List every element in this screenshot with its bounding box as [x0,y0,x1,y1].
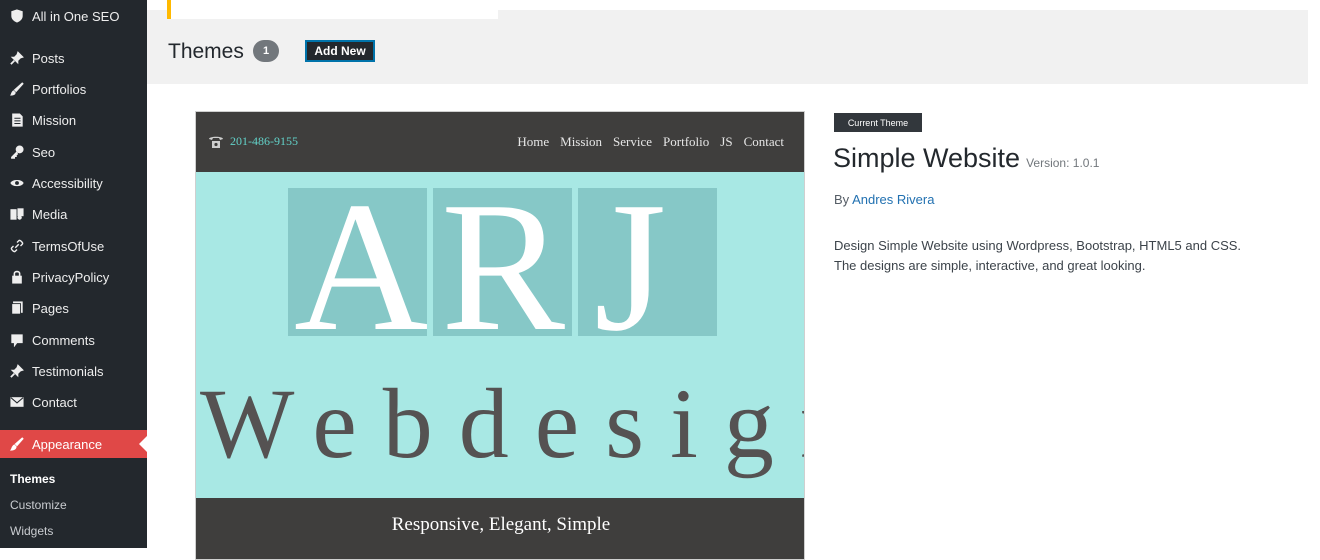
preview-nav-mission: Mission [560,134,603,149]
pin-icon [9,363,25,379]
preview-nav-js: JS [720,134,733,149]
theme-author-link[interactable]: Andres Rivera [852,192,934,207]
sidebar-item-appearance[interactable]: Appearance [0,430,147,458]
preview-nav-service: Service [613,134,653,149]
logo-letter-a: A [294,164,429,370]
sidebar-item-label: PrivacyPolicy [32,269,110,285]
shield-icon [9,8,25,24]
eye-icon [9,175,25,191]
sidebar-item-label: Media [32,206,68,222]
sidebar-item-label: Accessibility [32,175,103,191]
theme-version: Version: 1.0.1 [1026,156,1100,170]
sidebar-item-posts[interactable]: Posts [0,44,147,72]
preview-tagline: Responsive, Elegant, Simple [391,514,611,535]
sidebar-item-label: Pages [32,300,69,316]
preview-webdesign-text: Webdesign [200,368,804,479]
sidebar-item-label: Mission [32,112,77,128]
pages-icon [9,300,25,316]
preview-phone-number: 201-486-9155 [230,134,298,148]
page-title: Themes [168,40,244,63]
sidebar-item-label: Portfolios [32,81,87,97]
sidebar-item-media[interactable]: Media [0,200,147,228]
current-theme-badge: Current Theme [834,113,922,132]
document-icon [9,112,25,128]
phone-icon [209,136,223,148]
add-new-button[interactable]: Add New [305,40,375,62]
sidebar-item-seo[interactable]: Seo [0,138,147,166]
sidebar-item-contact[interactable]: Contact [0,388,147,416]
submenu-item-customize[interactable]: Customize [10,498,67,512]
logo-letter-j: J [594,164,667,370]
sidebar-item-mission[interactable]: Mission [0,106,147,134]
active-indicator-arrow [139,436,147,452]
sidebar-item-label: Seo [32,144,56,160]
admin-notice [167,0,498,19]
preview-tagline-bar: Responsive, Elegant, Simple [196,498,804,559]
preview-nav-links: Home Mission Service Portfolio JS Contac… [517,134,784,150]
sidebar-item-all-in-one-seo[interactable]: All in One SEO [0,2,147,30]
preview-navbar: 201-486-9155 Home Mission Service Portfo… [196,112,804,172]
preview-nav-home: Home [517,134,550,149]
sidebar-item-label: Testimonials [32,363,104,379]
comment-icon [9,332,25,348]
sidebar-item-label: Comments [32,332,95,348]
theme-author-line: By Andres Rivera [834,192,934,207]
link-icon [9,238,25,254]
brush-icon [9,81,25,97]
sidebar-item-label: Contact [32,394,77,410]
media-icon [9,206,25,222]
theme-screenshot: 201-486-9155 Home Mission Service Portfo… [195,111,805,560]
theme-description: Design Simple Website using Wordpress, B… [834,238,1242,273]
theme-author-by: By [834,192,850,207]
sidebar-item-testimonials[interactable]: Testimonials [0,357,147,385]
preview-phone: 201-486-9155 [208,134,298,149]
sidebar-item-label: Appearance [32,436,103,452]
theme-name: Simple Website [833,143,1021,173]
theme-count-badge: 1 [253,40,279,62]
admin-sidebar: All in One SEO Posts Portfolios Mission … [0,0,147,548]
sidebar-item-accessibility[interactable]: Accessibility [0,169,147,197]
submenu-item-themes[interactable]: Themes [10,472,55,486]
sidebar-item-label: Posts [32,50,65,66]
email-icon [9,394,25,410]
sidebar-item-pages[interactable]: Pages [0,294,147,322]
pin-icon [9,50,25,66]
sidebar-item-portfolios[interactable]: Portfolios [0,75,147,103]
submenu-item-widgets[interactable]: Widgets [10,524,53,538]
logo-letter-r: R [441,164,566,370]
key-icon [9,144,25,160]
preview-nav-portfolio: Portfolio [663,134,710,149]
lock-icon [9,269,25,285]
sidebar-item-label: TermsOfUse [32,238,105,254]
sidebar-item-termsofuse[interactable]: TermsOfUse [0,232,147,260]
sidebar-item-comments[interactable]: Comments [0,326,147,354]
theme-name-heading: Simple Website Version: 1.0.1 [833,143,1099,174]
paintbrush-icon [9,436,25,452]
sidebar-item-privacypolicy[interactable]: PrivacyPolicy [0,263,147,291]
preview-nav-contact: Contact [743,134,784,149]
sidebar-item-label: All in One SEO [32,8,120,24]
